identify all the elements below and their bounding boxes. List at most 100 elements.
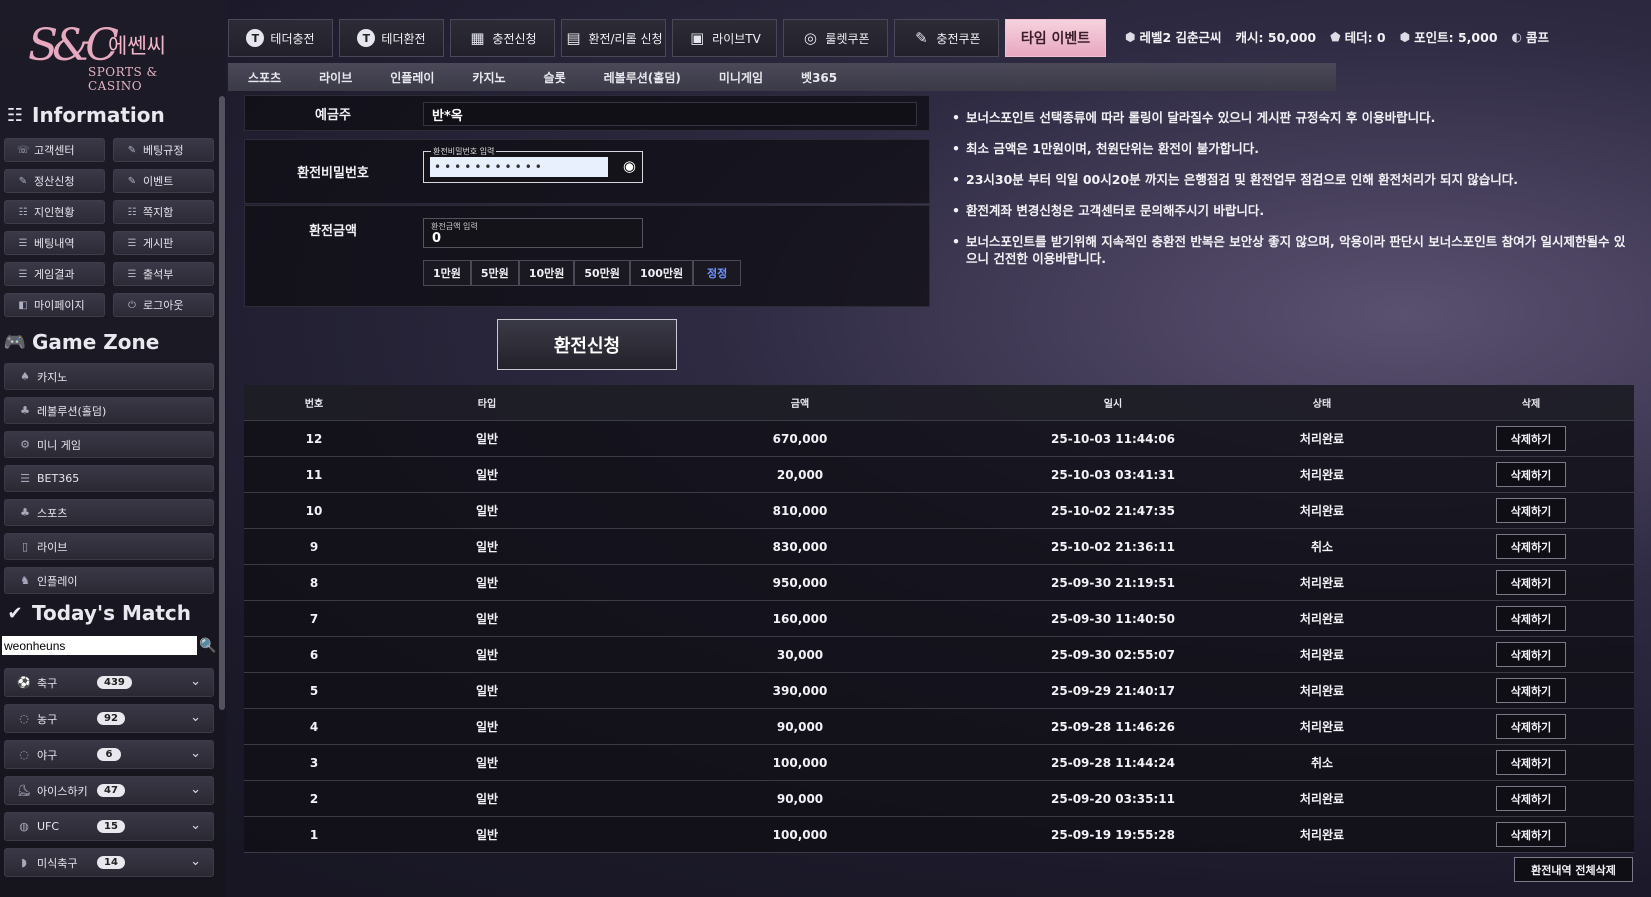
check-badge-icon: ✔ (7, 602, 23, 624)
topnav-icon: ▦ (470, 29, 485, 47)
gamezone-item[interactable]: ▯ 라이브 (4, 533, 214, 560)
subnav-link[interactable]: 인플레이 (390, 69, 434, 86)
chevron-down-icon[interactable]: ⌄ (190, 782, 201, 797)
password-field[interactable]: 환전비밀번호 입력 ••••••••••• ◉ (423, 146, 643, 183)
delete-row-button[interactable]: 삭제하기 (1496, 642, 1566, 667)
quick-amount-button[interactable]: 50만원 (574, 260, 630, 286)
sport-item[interactable]: ◍ UFC 15 ⌄ (4, 812, 214, 841)
todays-match-title: ✔ Today's Match (4, 601, 191, 625)
delete-row-button[interactable]: 삭제하기 (1496, 786, 1566, 811)
subnav-link[interactable]: 스포츠 (248, 69, 281, 86)
info-menu-item[interactable]: ☰ 출석부 (113, 262, 214, 286)
topnav-button[interactable]: T 테더충전 (228, 19, 333, 57)
cell-number: 11 (305, 467, 323, 482)
chevron-down-icon[interactable]: ⌄ (190, 710, 201, 725)
subnav-link[interactable]: 레볼루션(홀덤) (604, 69, 681, 86)
info-menu-item[interactable]: ✎ 이벤트 (113, 169, 214, 193)
info-menu-item[interactable]: ☰ 게임결과 (4, 262, 105, 286)
quick-amount-button[interactable]: 10만원 (518, 260, 575, 286)
gamezone-label: 라이브 (37, 540, 68, 554)
gamezone-item[interactable]: ♣ 레볼루션(홀덤) (4, 397, 214, 424)
password-value[interactable]: ••••••••••• (430, 157, 608, 177)
topnav-button[interactable]: ▣ 라이브TV (672, 19, 777, 57)
gamezone-label: 레볼루션(홀덤) (37, 404, 107, 418)
search-icon[interactable]: 🔍 (199, 636, 216, 655)
topnav-button[interactable]: ▤ 환전/리롤 신청 (561, 19, 666, 57)
gamezone-item[interactable]: ⚙ 미니 게임 (4, 431, 214, 458)
delete-row-button[interactable]: 삭제하기 (1496, 570, 1566, 595)
info-menu-item[interactable]: ☏ 고객센터 (4, 138, 105, 162)
topnav-button[interactable]: ✎ 충전쿠폰 (894, 19, 999, 57)
delete-row-button[interactable]: 삭제하기 (1496, 534, 1566, 559)
info-menu-item[interactable]: ☰ 베팅내역 (4, 231, 105, 255)
gamezone-item[interactable]: ☰ BET365 (4, 465, 214, 492)
cell-number: 5 (309, 683, 319, 698)
delete-row-button[interactable]: 삭제하기 (1496, 606, 1566, 631)
delete-all-history-button[interactable]: 환전내역 전체삭제 (1514, 857, 1633, 882)
topnav-button[interactable]: ▦ 충전신청 (450, 19, 555, 57)
reset-amount-button[interactable]: 정정 (693, 260, 742, 286)
subnav-link[interactable]: 슬롯 (544, 69, 566, 86)
notice-item: 보너스포인트를 받기위해 지속적인 충환전 반복은 보안상 좋지 않으며, 악용… (952, 233, 1632, 267)
delete-row-button[interactable]: 삭제하기 (1496, 822, 1566, 847)
subnav-link[interactable]: 벳365 (801, 69, 837, 86)
user-comp[interactable]: ◐ 콤프 (1512, 27, 1550, 46)
eye-slash-icon[interactable]: ◉ (623, 157, 636, 175)
delete-row-button[interactable]: 삭제하기 (1496, 426, 1566, 451)
chevron-down-icon[interactable]: ⌄ (190, 746, 201, 761)
sub-nav: 스포츠 라이브 인플레이 카지노 슬롯 레볼루션(홀덤) 미니게임 벳365 (228, 63, 1336, 91)
quick-amount-button[interactable]: 100만원 (629, 260, 694, 286)
chevron-down-icon[interactable]: ⌄ (190, 818, 201, 833)
delete-row-button[interactable]: 삭제하기 (1496, 750, 1566, 775)
amount-field[interactable]: 환전금액 입력 0 (423, 218, 643, 248)
subnav-link[interactable]: 미니게임 (719, 69, 763, 86)
gamezone-item[interactable]: ♠ 카지노 (4, 363, 214, 390)
info-menu-item[interactable]: ◧ 마이페이지 (4, 293, 105, 317)
info-menu-item[interactable]: ⏻ 로그아웃 (113, 293, 214, 317)
info-menu-item[interactable]: ✎ 정산신청 (4, 169, 105, 193)
sport-label: 농구 (37, 712, 58, 726)
sport-item[interactable]: ◌ 야구 6 ⌄ (4, 740, 214, 769)
depositor-field: 반*옥 (423, 102, 917, 126)
topnav-button[interactable]: T 테더환전 (339, 19, 444, 57)
table-row: 3 일반 100,000 25-09-28 11:44:24 취소 삭제하기 (244, 745, 1634, 781)
info-section-title: ☷ Information (4, 103, 165, 127)
chevron-down-icon[interactable]: ⌄ (190, 674, 201, 689)
info-menu-item[interactable]: ☰ 게시판 (113, 231, 214, 255)
sport-item[interactable]: ◌ 농구 92 ⌄ (4, 704, 214, 733)
gamezone-item[interactable]: ♞ 인플레이 (4, 567, 214, 594)
match-search-input[interactable] (2, 636, 197, 655)
subnav-link[interactable]: 라이브 (319, 69, 352, 86)
delete-row-button[interactable]: 삭제하기 (1496, 462, 1566, 487)
delete-row-button[interactable]: 삭제하기 (1496, 498, 1566, 523)
sport-item[interactable]: ◗ 미식축구 14 ⌄ (4, 848, 214, 877)
sport-item[interactable]: ⚽ 축구 439 ⌄ (4, 668, 214, 697)
topnav-label: 테더환전 (381, 31, 426, 46)
cell-datetime: 25-09-20 03:35:11 (1051, 791, 1175, 806)
info-menu-item[interactable]: ✎ 베팅규정 (113, 138, 214, 162)
delete-row-button[interactable]: 삭제하기 (1496, 714, 1566, 739)
gamezone-item[interactable]: ♣ 스포츠 (4, 499, 214, 526)
sport-label: 미식축구 (37, 856, 78, 870)
subnav-link[interactable]: 카지노 (472, 69, 505, 86)
comp-icon: ◐ (1511, 29, 1522, 44)
user-level[interactable]: ⬢ 레벨2 김춘근씨 (1125, 27, 1222, 46)
sport-count-badge: 6 (97, 748, 121, 761)
quick-amount-button[interactable]: 1만원 (423, 260, 471, 286)
sport-count-badge: 92 (97, 712, 125, 725)
info-list-icon: ☷ (6, 104, 24, 126)
table-row: 8 일반 950,000 25-09-30 21:19:51 처리완료 삭제하기 (244, 565, 1634, 601)
quick-amount-button[interactable]: 5만원 (470, 260, 519, 286)
delete-row-button[interactable]: 삭제하기 (1496, 678, 1566, 703)
topnav-button[interactable]: ◎ 룰렛쿠폰 (783, 19, 888, 57)
sport-item[interactable]: ⛸ 아이스하키 47 ⌄ (4, 776, 214, 805)
game-icon: ♞ (20, 574, 30, 587)
chevron-down-icon[interactable]: ⌄ (190, 854, 201, 869)
sidebar-scrollbar[interactable] (219, 96, 225, 710)
info-menu-item[interactable]: ☷ 지인현황 (4, 200, 105, 224)
site-logo[interactable]: S&C 에쎈씨 SPORTS & CASINO (24, 18, 204, 93)
info-menu-item[interactable]: ☷ 쪽지함 (113, 200, 214, 224)
time-event-button[interactable]: 타임 이벤트 (1005, 19, 1106, 57)
amount-value[interactable]: 0 (432, 231, 441, 246)
withdraw-submit-button[interactable]: 환전신청 (497, 319, 677, 370)
